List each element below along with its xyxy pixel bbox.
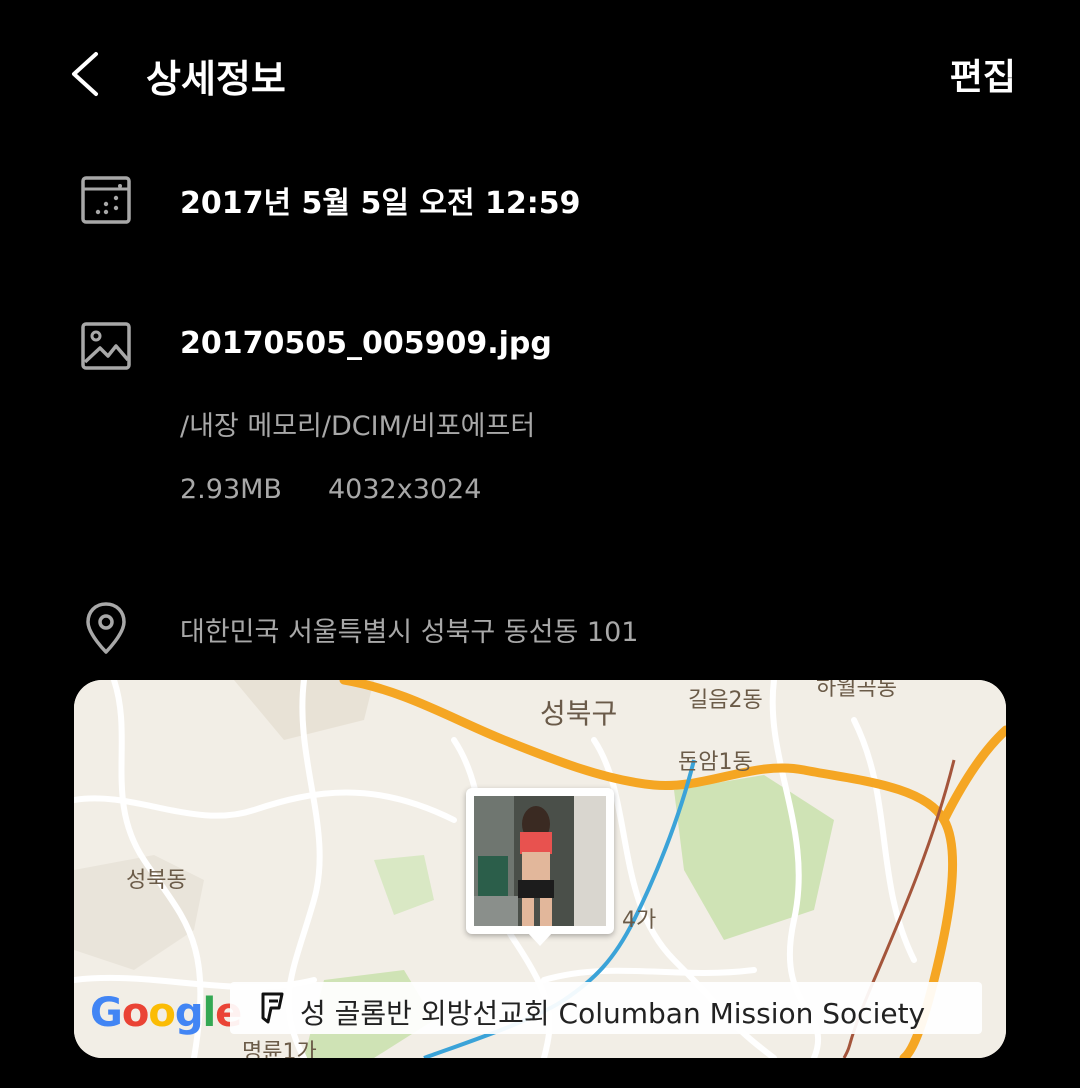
file-size: 2.93MB <box>180 474 282 505</box>
foursquare-icon <box>261 992 284 1024</box>
file-name: 20170505_005909.jpg <box>180 326 552 361</box>
image-resolution: 4032x3024 <box>328 474 482 505</box>
calendar-icon <box>81 176 131 224</box>
marker-pointer <box>527 932 553 946</box>
place-name: 성 골롬반 외방선교회 Columban Mission Society <box>300 997 926 1030</box>
location-pin-icon <box>86 602 126 654</box>
map-label-seongbuk-dong: 성북동 <box>126 868 187 893</box>
app-header: 상세정보 편집 <box>0 0 1080 150</box>
google-logo: Google <box>90 990 242 1036</box>
file-path: /내장 메모리/DCIM/비포에프터 <box>180 411 536 442</box>
photo-thumbnail <box>474 796 606 926</box>
map-label-dongam1: 돈암1동 <box>678 750 753 775</box>
edit-button[interactable]: 편집 <box>950 48 1016 100</box>
location-address: 대한민국 서울특별시 성북구 동선동 101 <box>180 617 639 648</box>
page-title: 상세정보 <box>146 57 286 101</box>
chevron-left-icon[interactable] <box>62 48 112 100</box>
map-label-myeongryun: 명륜1가 <box>242 1040 317 1058</box>
location-map[interactable]: 성북구 길음2동 하월곡동 돈암1동 성북동 4가 명륜1가 Google 성 … <box>74 680 1006 1058</box>
map-label-seongbuk-gu: 성북구 <box>540 697 618 730</box>
map-label-gireum2: 길음2동 <box>688 688 763 713</box>
photo-datetime: 2017년 5월 5일 오전 12:59 <box>180 186 581 221</box>
map-label-4ga: 4가 <box>622 908 657 933</box>
photo-thumbnail-marker[interactable] <box>466 788 614 934</box>
place-name-bar[interactable]: 성 골롬반 외방선교회 Columban Mission Society <box>230 982 982 1034</box>
image-icon <box>81 322 131 370</box>
map-label-haweolgok: 하월곡동 <box>816 680 897 701</box>
